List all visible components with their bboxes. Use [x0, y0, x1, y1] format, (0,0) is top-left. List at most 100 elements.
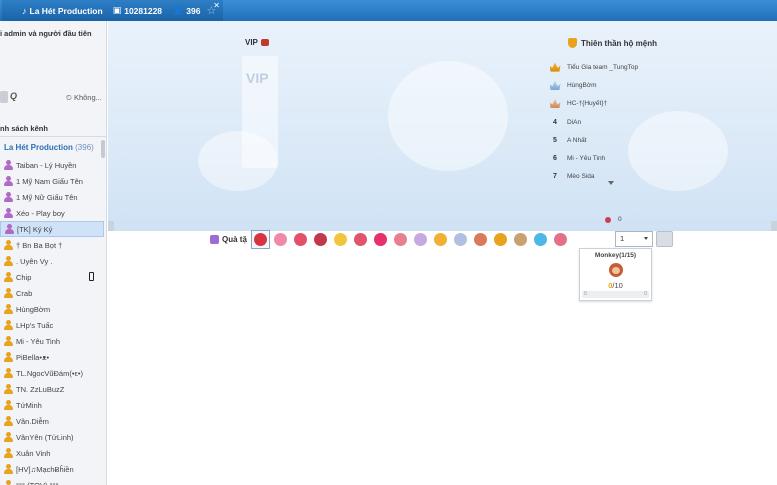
- user-list-item[interactable]: LHp's Tuấc: [0, 317, 104, 333]
- user-list-item[interactable]: HùngBờm: [0, 301, 104, 317]
- user-list-item[interactable]: Vân.Diễm: [0, 413, 104, 429]
- gift-item[interactable]: [491, 230, 510, 249]
- room-id-group: ▣ 10281228: [113, 5, 162, 16]
- person-icon: [4, 192, 13, 202]
- user-count: 396: [186, 5, 201, 16]
- user-name: TứMinh: [16, 400, 42, 410]
- gift-item[interactable]: [411, 230, 430, 249]
- gift-icon: [260, 39, 269, 46]
- crown-shape: [549, 80, 561, 90]
- user-name: 1 Mỹ Nam Giấu Tên: [16, 176, 83, 186]
- person-icon: [4, 352, 13, 362]
- user-list-item[interactable]: 1 Mỹ Nữ Giấu Tên: [0, 189, 104, 205]
- guardian-item[interactable]: 6 Mi - Yêu Tinh: [549, 149, 699, 167]
- guardian-rank: 4: [553, 118, 557, 126]
- chevron-down-icon[interactable]: [608, 181, 614, 185]
- user-list-item[interactable]: PiBella•ᴥ•: [0, 349, 104, 365]
- crown-icon: [549, 80, 561, 91]
- room-tab[interactable]: ♪ La Hét Production ▣ 10281228 👤 396 ☆ ✕: [2, 0, 223, 21]
- user-list-item[interactable]: [TK] Ký Ký: [0, 221, 104, 237]
- user-list-item[interactable]: . Uyên Vy .: [0, 253, 104, 269]
- user-list-item[interactable]: TN. ZzLuBuzZ: [0, 381, 104, 397]
- guardian-item[interactable]: 7 Mèo Sida: [549, 168, 699, 186]
- gift-item[interactable]: [291, 230, 310, 249]
- user-list-item[interactable]: TứMinh: [0, 397, 104, 413]
- gift-item[interactable]: [431, 230, 450, 249]
- guardian-item[interactable]: Tiểu Gia team _TungTop: [549, 58, 699, 76]
- scrollbar-thumb[interactable]: [101, 140, 105, 158]
- gift-item[interactable]: [351, 230, 370, 249]
- user-name: VânYên (TửLinh): [16, 432, 74, 442]
- person-icon: [5, 224, 14, 234]
- gift-item[interactable]: [531, 230, 550, 249]
- user-list-item[interactable]: Mi - Yêu Tinh: [0, 333, 104, 349]
- toggle-icon[interactable]: [0, 91, 8, 103]
- guardian-title: Thiên thần hộ mệnh: [568, 38, 657, 48]
- gift-item[interactable]: [471, 230, 490, 249]
- gift-item[interactable]: [511, 230, 530, 249]
- gift-item[interactable]: [311, 230, 330, 249]
- guardian-rank: 7: [553, 173, 557, 181]
- user-name: Chip: [16, 272, 32, 282]
- user-list-item[interactable]: 1 Mỹ Nam Giấu Tên: [0, 173, 104, 189]
- rose-icon: [605, 216, 611, 223]
- person-icon: [4, 480, 13, 485]
- user-list-item[interactable]: Taiban - Lý Huyền: [0, 157, 104, 173]
- gift-item[interactable]: [371, 230, 390, 249]
- user-name: Crab: [16, 288, 33, 298]
- person-icon: [4, 256, 13, 266]
- resize-handle-left[interactable]: [108, 221, 114, 231]
- guardian-name: Tiểu Gia team _TungTop: [567, 63, 639, 71]
- guardian-item[interactable]: 4 DiAn: [549, 113, 699, 131]
- id-card-icon: ▣: [112, 5, 122, 15]
- clock-filter-label: Không...: [73, 93, 102, 102]
- monkey-icon: [609, 263, 623, 277]
- user-list-item[interactable]: VânYên (TửLinh): [0, 429, 104, 445]
- guardian-item[interactable]: HùngBờm: [549, 76, 699, 94]
- clock-filter[interactable]: ⏲ Không...: [66, 93, 102, 103]
- user-list-item[interactable]: TL.NgocVũĐám(•ε•): [0, 365, 104, 381]
- room-title-group: ♪ La Hét Production: [22, 6, 103, 16]
- user-name: † Bn Ba Bọt †: [16, 240, 63, 250]
- user-name: Vân.Diễm: [16, 416, 49, 426]
- send-gift-button[interactable]: [656, 231, 673, 247]
- user-list-item[interactable]: † Bn Ba Bọt †: [0, 237, 104, 253]
- guardian-item[interactable]: 5 A Nhất: [549, 131, 699, 149]
- close-tab-icon[interactable]: ✕: [213, 1, 220, 10]
- user-list-item[interactable]: Xuân Vinh: [0, 445, 104, 461]
- gift-progress-bar: 00: [582, 291, 649, 298]
- gift-item[interactable]: [331, 230, 350, 249]
- gift-icon: [413, 232, 427, 246]
- person-icon: [4, 416, 13, 426]
- vip-watermark: VIP: [246, 70, 269, 86]
- quantity-value: 1: [620, 234, 625, 243]
- channel-name[interactable]: La Hét Production (396): [4, 143, 94, 152]
- guardian-name: HùngBờm: [567, 81, 597, 89]
- guardian-item[interactable]: HC-†{Huyết}†: [549, 95, 699, 113]
- gift-item[interactable]: [391, 230, 410, 249]
- crown-shape: [549, 99, 561, 109]
- person-icon: [4, 160, 13, 170]
- gift-icon: [493, 232, 507, 246]
- resize-handle-right[interactable]: [771, 221, 777, 231]
- user-list-item[interactable]: Xéo - Play boy: [0, 205, 104, 221]
- person-icon: [4, 288, 13, 298]
- quantity-select[interactable]: 1: [615, 231, 653, 247]
- gift-item[interactable]: [250, 229, 270, 249]
- vip-card: VIP: [242, 56, 278, 168]
- user-name: . Uyên Vy .: [16, 256, 53, 266]
- user-list-item[interactable]: °°° (TQV) °°°: [0, 477, 104, 485]
- gift-icon: [433, 232, 447, 246]
- gift-item[interactable]: [271, 230, 290, 249]
- user-list-item[interactable]: [HV]♫MạchɃĥiền: [0, 461, 104, 477]
- user-name: HùngBờm: [16, 304, 51, 314]
- gift-label-text: Quà tặ: [222, 234, 247, 244]
- search-q-icon[interactable]: Q: [10, 91, 17, 101]
- user-list-item[interactable]: Chip: [0, 269, 104, 285]
- gift-item[interactable]: [451, 230, 470, 249]
- gift-item[interactable]: [551, 230, 570, 249]
- person-icon: [4, 400, 13, 410]
- user-list-item[interactable]: Crab: [0, 285, 104, 301]
- person-icon: [4, 320, 13, 330]
- guardian-name: DiAn: [567, 118, 582, 126]
